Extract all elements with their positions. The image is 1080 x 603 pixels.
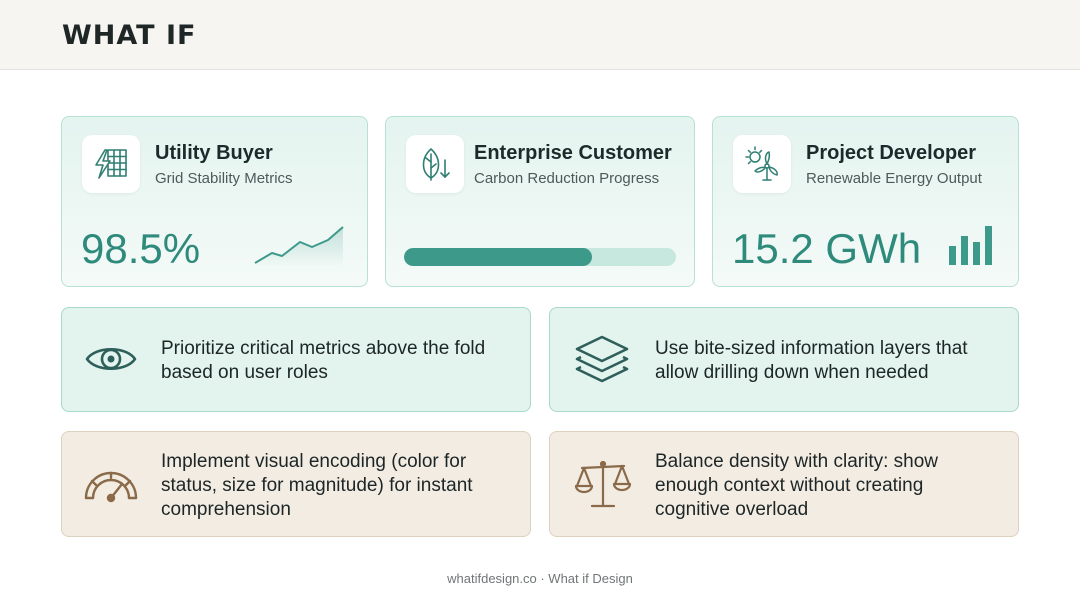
tip-card-prioritize[interactable]: Prioritize critical metrics above the fo… [61,307,531,412]
role-title: Utility Buyer [155,142,273,164]
bar [961,236,968,265]
bar [973,242,980,265]
trend-line-chart [254,226,344,267]
role-title: Enterprise Customer [474,142,672,164]
tip-card-bite-sized[interactable]: Use bite-sized information layers that a… [549,307,1019,412]
bar [949,246,956,265]
tip-card-visual-encoding[interactable]: Implement visual encoding (color for sta… [61,431,531,537]
grid-lightning-icon [82,135,140,193]
tip-text: Balance density with clarity: show enoug… [655,451,939,520]
eye-icon [85,347,137,371]
layers-icon [575,335,629,383]
leaf-down-arrow-icon [406,135,464,193]
tip-text: Use bite-sized information layers that a… [655,338,968,383]
role-card-enterprise-customer[interactable]: Enterprise Customer Carbon Reduction Pro… [385,116,695,287]
role-subtitle: Grid Stability Metrics [155,170,293,187]
output-bar-chart [949,226,992,265]
role-subtitle: Renewable Energy Output [806,170,982,187]
header: WHAT IF [0,0,1080,70]
role-card-project-developer[interactable]: Project Developer Renewable Energy Outpu… [712,116,1019,287]
role-subtitle: Carbon Reduction Progress [474,170,660,187]
sun-wind-turbine-icon [733,135,791,193]
progress-fill [404,248,592,266]
role-title: Project Developer [806,142,977,164]
tip-card-balance-density[interactable]: Balance density with clarity: show enoug… [549,431,1019,537]
logo[interactable]: WHAT IF [62,20,197,51]
tip-text: Implement visual encoding (color for sta… [161,451,473,520]
role-card-utility-buyer[interactable]: Utility Buyer Grid Stability Metrics 98.… [61,116,368,287]
tip-text: Prioritize critical metrics above the fo… [161,338,486,383]
carbon-progress-bar [404,248,676,266]
metric-value: 98.5% [81,225,201,272]
gauge-icon [84,471,138,503]
bar [985,226,992,265]
footer: whatifdesign.co · What if Design [447,571,633,586]
balance-scale-icon [574,460,632,508]
metric-value: 15.2 GWh [732,225,922,272]
